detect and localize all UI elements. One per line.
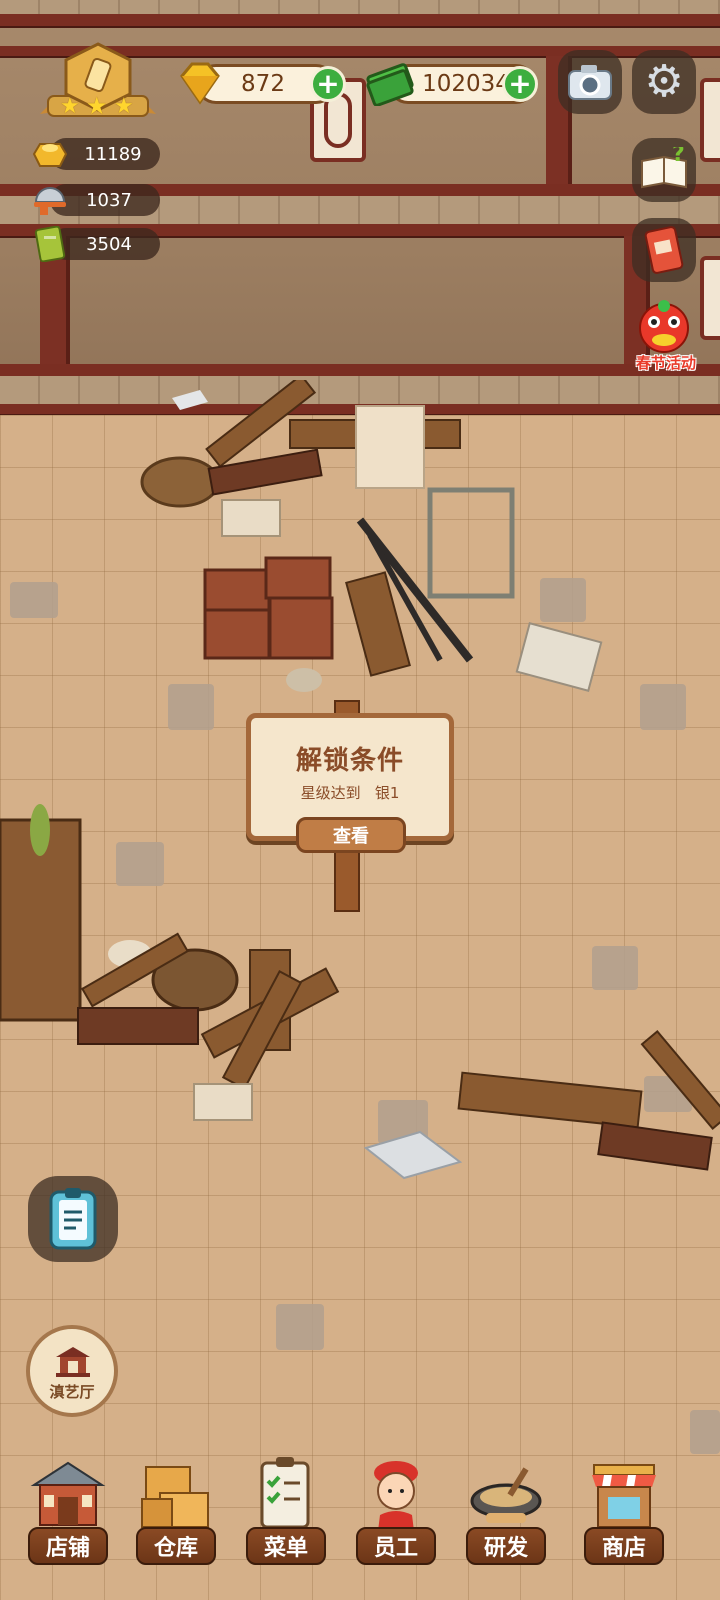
- journal-book-icon: [644, 226, 684, 274]
- cash-icon: [364, 58, 416, 107]
- cash-value: 102034: [422, 71, 510, 97]
- clipboard-icon: [49, 1188, 97, 1250]
- gold-value: 11189: [84, 143, 142, 165]
- game-scene: ★ ★ ★ 872 + 102034 + ⚙ 11189 1037 3504 ?: [0, 0, 720, 1600]
- theater-button[interactable]: 滇艺厅: [26, 1325, 118, 1417]
- nav-store[interactable]: 商店: [574, 1455, 674, 1580]
- floor-crack: [276, 1304, 324, 1350]
- camera-button[interactable]: [558, 50, 622, 114]
- serving-cloche-icon: [30, 180, 70, 215]
- nav-warehouse[interactable]: 仓库: [126, 1455, 226, 1580]
- restaurant-rating-badge[interactable]: ★ ★ ★: [34, 40, 162, 126]
- gems-value: 872: [241, 71, 285, 97]
- nav-shop-front-label: 店铺: [28, 1527, 108, 1565]
- staff-chef-icon: [374, 1461, 418, 1531]
- spring-festival-label: 春节活动: [635, 354, 696, 372]
- gem-icon: [174, 58, 222, 106]
- gold-ingot-icon: [30, 136, 70, 170]
- nav-warehouse-label: 仓库: [136, 1527, 216, 1565]
- wok-icon: [470, 1467, 542, 1523]
- nav-research-label: 研发: [466, 1527, 546, 1565]
- recipe-book-icon: [30, 225, 70, 263]
- view-unlock-button[interactable]: 查看: [296, 817, 406, 853]
- add-gems-button[interactable]: +: [310, 66, 346, 102]
- settings-button[interactable]: ⚙: [632, 50, 696, 114]
- nav-store-label: 商店: [584, 1527, 664, 1565]
- nav-research[interactable]: 研发: [456, 1455, 556, 1580]
- wall-beam-4: [0, 364, 720, 376]
- menu-clipboard-icon: [260, 1457, 310, 1529]
- lattice-window: [700, 78, 720, 162]
- lion-dance-icon: [639, 300, 689, 353]
- nav-menu[interactable]: 菜单: [236, 1455, 336, 1580]
- nav-staff[interactable]: 员工: [346, 1455, 446, 1580]
- svg-text:?: ?: [672, 147, 685, 167]
- floor-crack: [690, 1410, 720, 1454]
- shop-stall-icon: [592, 1464, 656, 1528]
- star-icon: ★: [86, 92, 108, 120]
- dishes-value: 1037: [86, 189, 132, 211]
- storefront-icon: [30, 1461, 106, 1526]
- wall-bricks-top: [0, 0, 720, 14]
- recipes-value: 3504: [86, 233, 132, 255]
- star-icon: ★: [114, 94, 134, 119]
- nav-menu-label: 菜单: [246, 1527, 326, 1565]
- boxes-icon: [141, 1466, 209, 1528]
- help-book-icon: ?: [641, 147, 687, 189]
- theater-label: 滇艺厅: [49, 1383, 95, 1401]
- unlock-requirement: 星级达到 银1: [300, 784, 400, 802]
- theater-building-icon: [56, 1347, 90, 1377]
- journal-button[interactable]: [632, 218, 696, 282]
- star-icon: ★: [60, 94, 80, 119]
- guide-book-button[interactable]: ?: [632, 138, 696, 202]
- camera-icon: [568, 65, 612, 100]
- gear-icon: ⚙: [644, 56, 684, 107]
- nav-shop-front[interactable]: 店铺: [18, 1455, 118, 1580]
- nav-staff-label: 员工: [356, 1527, 436, 1565]
- unlock-title: 解锁条件: [295, 746, 404, 776]
- task-list-button[interactable]: [28, 1176, 118, 1262]
- roof-beam: [0, 14, 720, 26]
- add-cash-button[interactable]: +: [502, 66, 538, 102]
